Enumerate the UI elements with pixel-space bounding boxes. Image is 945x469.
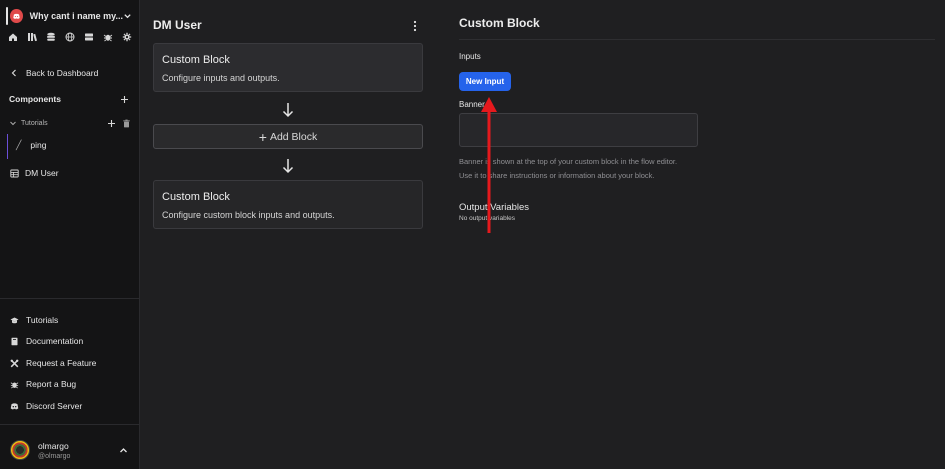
graduation-cap-icon	[10, 317, 19, 323]
banner-textarea[interactable]	[459, 113, 698, 147]
more-options-icon[interactable]	[410, 20, 420, 32]
globe-icon[interactable]	[65, 32, 75, 42]
documentation-link-label: Documentation	[26, 336, 84, 346]
add-to-folder-icon[interactable]	[107, 119, 116, 128]
plus-icon: +	[258, 128, 267, 145]
library-icon[interactable]	[27, 32, 37, 42]
folder-tutorials[interactable]: Tutorials	[9, 117, 131, 129]
user-name: olmargo	[38, 440, 69, 451]
report-bug-link[interactable]: Report a Bug	[10, 378, 76, 390]
user-info: olmargo @olmargo	[38, 441, 119, 460]
arrow-down-icon	[282, 103, 294, 118]
back-label: Back to Dashboard	[26, 68, 99, 78]
avatar	[10, 440, 30, 460]
chevron-down-icon[interactable]	[9, 119, 17, 127]
nav-icon-row	[8, 31, 132, 43]
card-description: Configure custom block inputs and output…	[162, 210, 335, 220]
book-icon	[11, 337, 18, 345]
home-icon[interactable]	[8, 32, 18, 42]
documentation-link[interactable]: Documentation	[10, 335, 83, 347]
gear-icon[interactable]	[122, 32, 132, 42]
output-variables-label: Output Variables	[459, 202, 530, 213]
add-block-label: Add Block	[269, 130, 318, 143]
sidebar-item-label: ping	[30, 140, 47, 150]
trash-icon[interactable]	[122, 119, 131, 128]
table-icon	[10, 169, 19, 177]
sidebar-divider	[0, 424, 140, 425]
panel-divider	[459, 39, 935, 40]
tools-icon	[10, 359, 19, 367]
components-header: Components	[9, 93, 129, 105]
chevron-down-icon[interactable]	[123, 11, 132, 21]
bug-icon[interactable]	[103, 32, 113, 42]
new-input-button[interactable]: New Input	[459, 72, 511, 91]
slash-icon: ╱	[16, 139, 22, 150]
add-component-icon[interactable]	[120, 95, 129, 104]
server-name: Why cant i name my...	[29, 11, 123, 21]
tree-indent-line	[7, 134, 8, 159]
discord-icon	[10, 402, 19, 409]
banner-label: Banner	[459, 100, 485, 109]
tutorials-link[interactable]: Tutorials	[10, 314, 58, 326]
server-active-indicator	[6, 7, 8, 25]
report-bug-link-label: Report a Bug	[26, 379, 77, 389]
folder-label: Tutorials	[21, 119, 48, 127]
user-handle: @olmargo	[38, 452, 71, 460]
server-rack-icon[interactable]	[84, 32, 94, 42]
arrow-down-icon	[282, 159, 294, 174]
card-title: Custom Block	[162, 54, 230, 66]
add-block-button[interactable]: + Add Block	[153, 124, 423, 149]
card-description: Configure inputs and outputs.	[162, 73, 280, 83]
discord-server-link[interactable]: Discord Server	[10, 400, 82, 412]
banner-help-text: Banner is shown at the top of your custo…	[459, 157, 678, 180]
sidebar-item-dm-user[interactable]: DM User	[10, 167, 59, 179]
chevron-up-icon[interactable]	[119, 446, 128, 455]
custom-block-card-outputs[interactable]: Custom Block Configure custom block inpu…	[153, 180, 423, 229]
database-icon[interactable]	[46, 32, 56, 42]
panel-title: Custom Block	[459, 16, 540, 30]
back-to-dashboard-link[interactable]: Back to Dashboard	[10, 66, 98, 80]
chevron-left-icon	[11, 69, 16, 77]
request-feature-link-label: Request a Feature	[26, 358, 97, 368]
inputs-label: Inputs	[459, 52, 481, 61]
sidebar-item-ping[interactable]: ╱ ping	[16, 139, 47, 151]
tutorials-link-label: Tutorials	[26, 315, 59, 325]
server-selector[interactable]: Why cant i name my...	[6, 7, 132, 25]
sidebar-divider	[0, 298, 140, 299]
custom-block-card-inputs[interactable]: Custom Block Configure inputs and output…	[153, 43, 423, 92]
discord-server-link-label: Discord Server	[26, 401, 83, 411]
discord-server-icon	[10, 9, 23, 23]
card-title: Custom Block	[162, 191, 230, 203]
flow-title: DM User	[153, 18, 202, 32]
request-feature-link[interactable]: Request a Feature	[10, 357, 96, 369]
output-variables-empty: No output variables	[459, 215, 516, 222]
bug-icon	[10, 381, 19, 388]
sidebar: Why cant i name my... Back to Dashboard …	[0, 0, 140, 469]
user-menu[interactable]: olmargo @olmargo	[10, 438, 128, 462]
sidebar-item-label: DM User	[25, 168, 59, 178]
components-label: Components	[9, 94, 61, 104]
